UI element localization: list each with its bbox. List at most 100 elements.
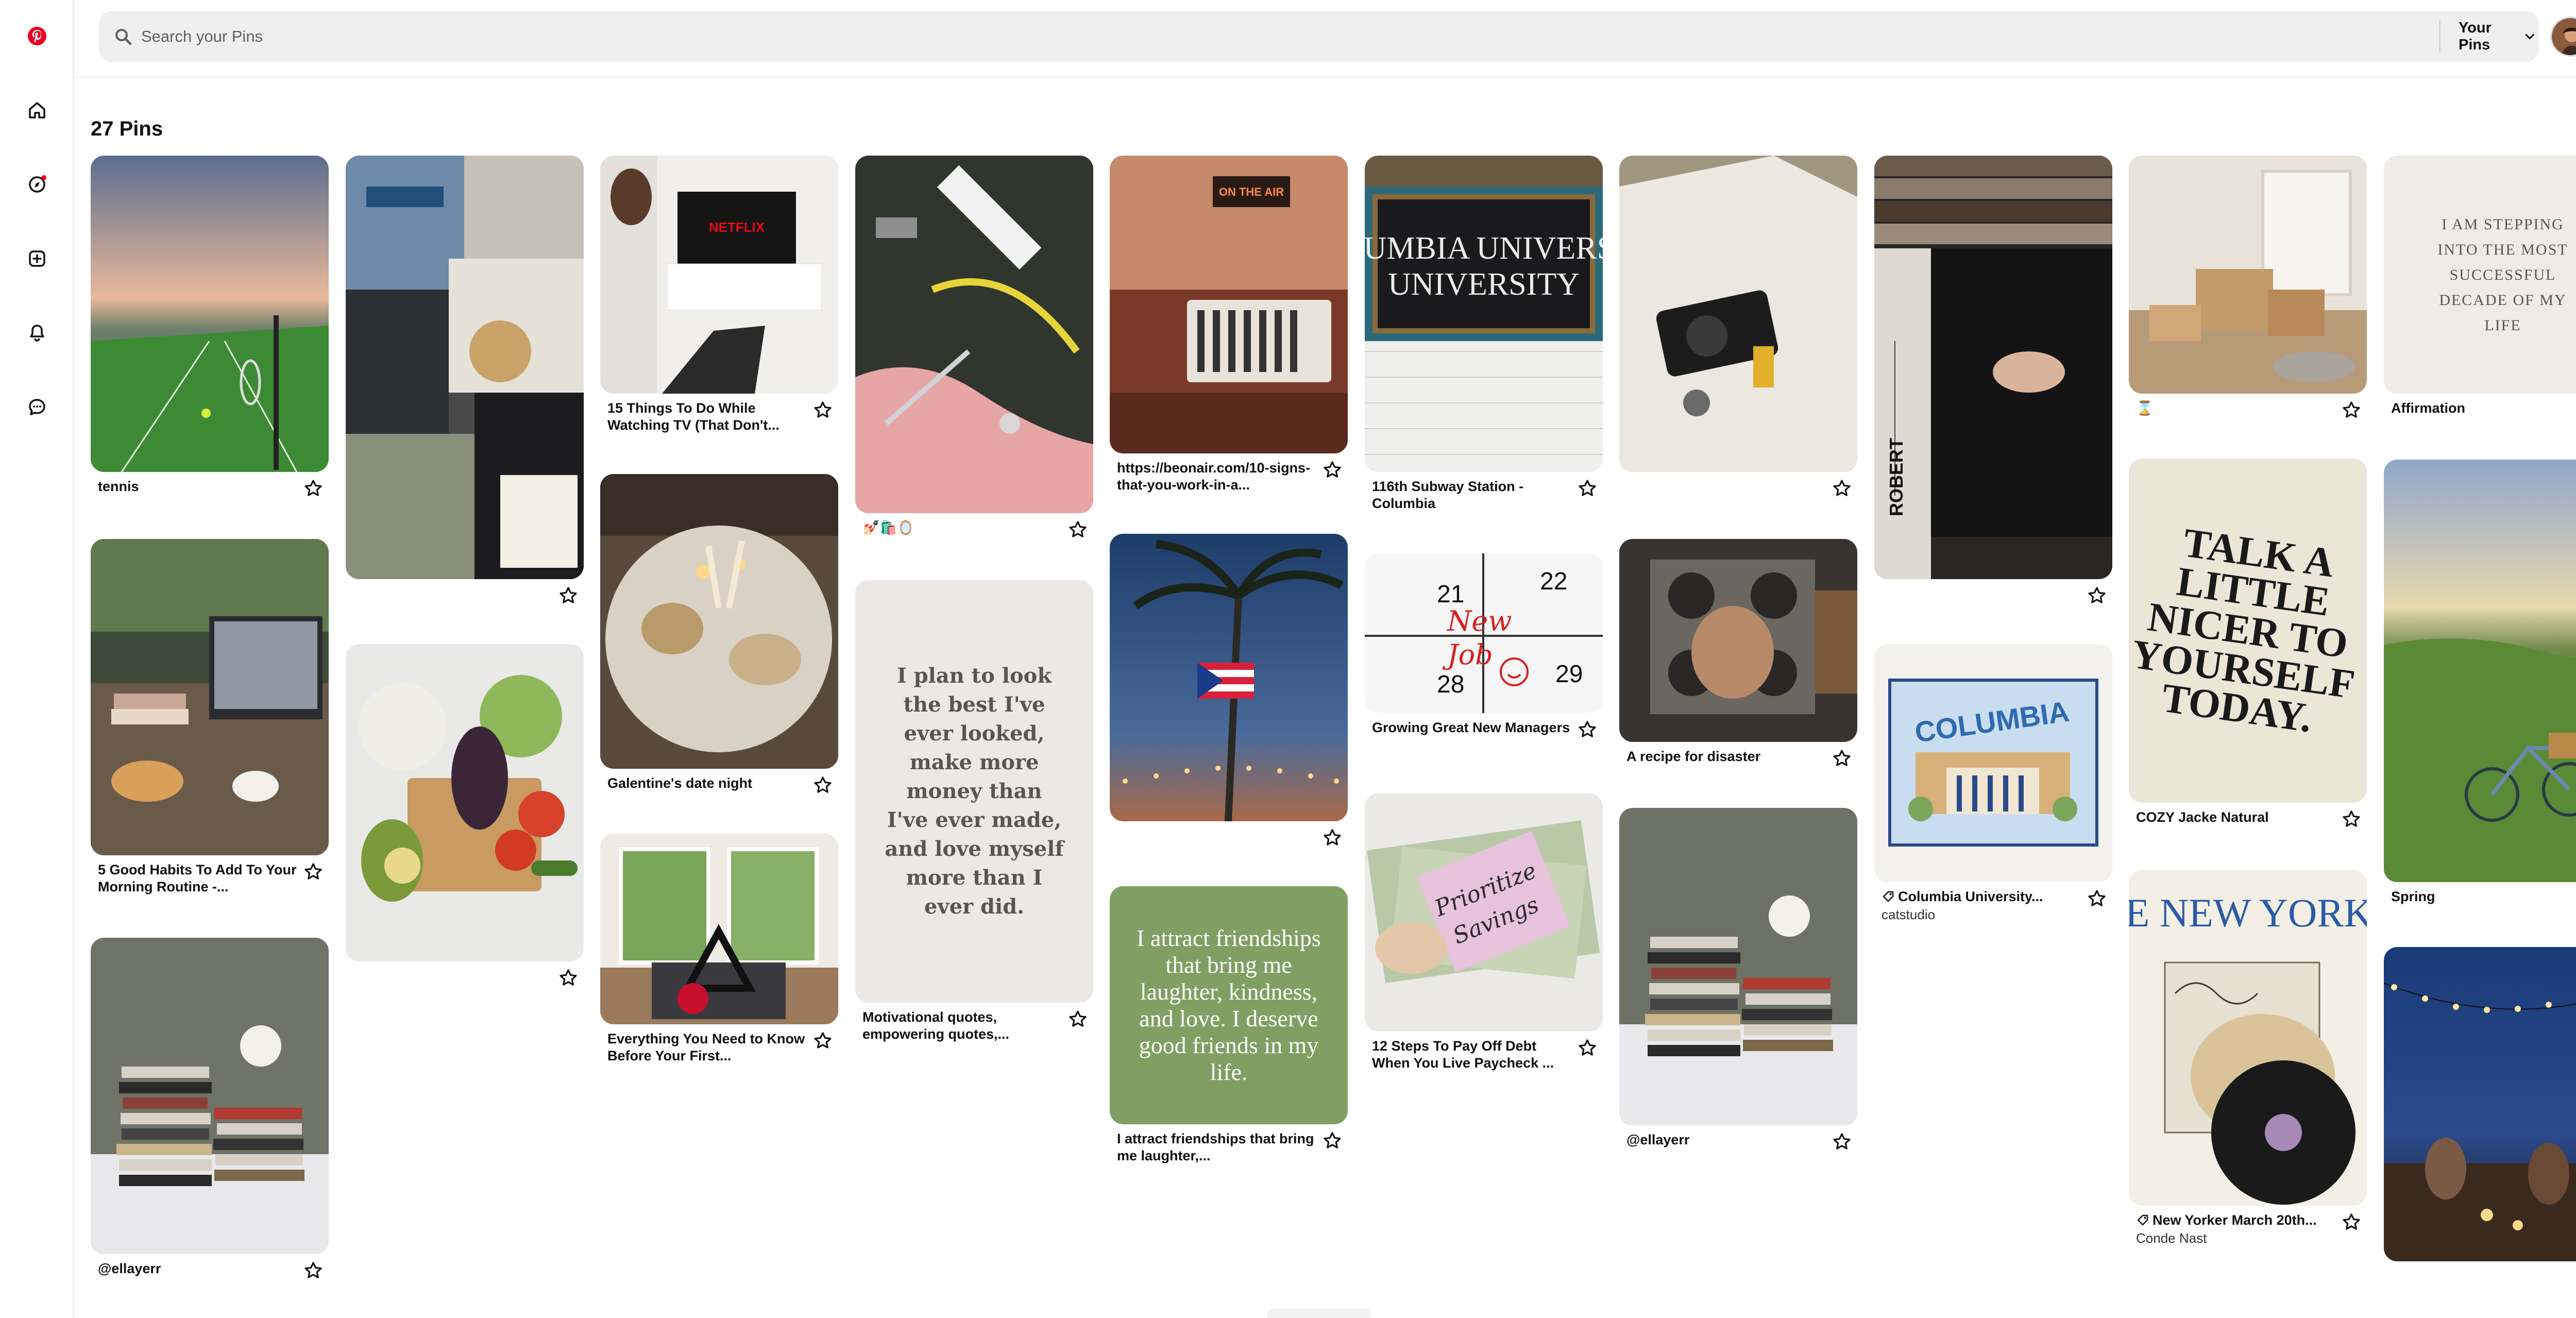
pinterest-logo-icon[interactable] [23, 22, 52, 50]
create-icon[interactable] [23, 244, 52, 273]
favorite-star-button[interactable] [2084, 583, 2109, 608]
pin-image-new-job-calendar[interactable]: 21 22 28 29 New Job [1365, 553, 1603, 713]
pin-image-motivational-quote[interactable]: I plan to look the best I've ever looked… [855, 580, 1093, 1003]
your-pins-dropdown-button[interactable]: Your Pins [2459, 20, 2536, 53]
favorite-star-button[interactable] [1320, 458, 1345, 482]
tag-icon [2137, 1214, 2148, 1226]
pin-image-new-yorker-cover[interactable]: THE NEW YORKER [2129, 870, 2367, 1206]
pin-image-radio-studio[interactable]: ON THE AIR [1110, 156, 1348, 453]
svg-text:UNIVERSITY: UNIVERSITY [1388, 267, 1580, 302]
search-input[interactable] [141, 22, 2357, 52]
favorite-star-button[interactable] [2084, 886, 2109, 911]
favorite-star-button[interactable] [810, 773, 835, 798]
pin-source: catstudio [1882, 907, 1936, 922]
pin-title: Everything You Need to Know Before Your … [607, 1031, 805, 1063]
favorite-star-button[interactable] [1575, 717, 1600, 742]
pin-card[interactable]: 💅🏻🛍️🪞 [855, 156, 1093, 537]
star-icon [1833, 1133, 1851, 1150]
star-icon [1579, 480, 1596, 496]
pin-card[interactable]: COLUMBIA UNIVERSITYUNIVERSITY 116th Subw… [1365, 156, 1603, 512]
pin-image-vinyl-records[interactable]: ROBERT [1874, 156, 2112, 579]
notifications-icon[interactable] [23, 318, 52, 347]
pin-image-columbia-collage[interactable] [346, 156, 584, 579]
favorite-star-button[interactable] [810, 1028, 835, 1053]
pin-card[interactable]: tennis [91, 156, 329, 496]
tag-icon [1883, 891, 1894, 902]
pin-image-sewing-desk[interactable] [855, 156, 1093, 513]
pin-card[interactable] [1110, 534, 1348, 852]
pin-card[interactable]: Spring [2384, 460, 2576, 905]
favorite-star-button[interactable] [1829, 476, 1854, 501]
favorite-star-button[interactable] [2339, 1210, 2364, 1235]
favorite-star-button[interactable] [301, 476, 326, 501]
pin-image-prioritize-savings[interactable]: Prioritize Savings [1365, 793, 1603, 1032]
favorite-star-button[interactable] [1829, 746, 1854, 771]
pin-card[interactable]: 5 Good Habits To Add To Your Morning Rou… [91, 539, 329, 895]
pin-image-stove-cooking[interactable] [1619, 539, 1857, 742]
pin-card[interactable]: THE NEW YORKER New Yorker March 20th... … [2129, 870, 2367, 1246]
pin-image-string-lights-dinner[interactable] [2384, 947, 2576, 1261]
explore-icon[interactable] [23, 170, 52, 199]
pin-title: I attract friendships that bring me laug… [1117, 1131, 1314, 1163]
pin-card[interactable] [1619, 156, 1857, 503]
pin-card[interactable]: I AM STEPPING INTO THE MOST SUCCESSFUL D… [2384, 156, 2576, 417]
favorite-star-button[interactable] [1065, 1007, 1090, 1032]
favorite-star-button[interactable] [1320, 825, 1345, 850]
pin-image-friendship-affirmation[interactable]: I attract friendships that bring me laug… [1110, 886, 1348, 1124]
avatar[interactable] [2550, 16, 2576, 57]
pin-card[interactable]: @ellayerr [91, 938, 329, 1278]
pin-card[interactable]: ON THE AIR https://beonair.com/10-signs-… [1110, 156, 1348, 494]
favorite-star-button[interactable] [1575, 476, 1600, 501]
pin-card[interactable]: ROBERT [1874, 156, 2112, 610]
pin-card[interactable] [346, 644, 584, 992]
pin-image-book-stacks[interactable] [1619, 808, 1857, 1125]
pin-title: ⌛ [2136, 400, 2154, 416]
pin-card[interactable]: A recipe for disaster [1619, 539, 1857, 766]
pin-image-camera-bag[interactable] [1619, 156, 1857, 472]
pin-title: @ellayerr [1626, 1132, 1690, 1147]
favorite-star-button[interactable] [1829, 1129, 1854, 1154]
favorite-star-button[interactable] [2339, 807, 2364, 832]
pin-image-talk-nicer-quote[interactable]: TALK A LITTLE NICER TO YOURSELF TODAY. [2129, 459, 2367, 803]
favorite-star-button[interactable] [556, 583, 581, 608]
pin-image-spring-meadow-bicycle[interactable] [2384, 460, 2576, 882]
pin-image-affirmation-quote[interactable]: I AM STEPPING INTO THE MOST SUCCESSFUL D… [2384, 156, 2576, 394]
pin-image-palm-flag-night[interactable] [1110, 534, 1348, 821]
pin-image-vegetables[interactable] [346, 644, 584, 961]
search-icon [115, 29, 132, 45]
pin-card[interactable]: I plan to look the best I've ever looked… [855, 580, 1093, 1043]
pin-image-subway-sign[interactable]: COLUMBIA UNIVERSITYUNIVERSITY [1365, 156, 1603, 472]
pin-card[interactable] [346, 156, 584, 610]
pin-card[interactable]: COLUMBIA Columbia University... catstudi… [1874, 644, 2112, 923]
favorite-star-button[interactable] [810, 398, 835, 423]
favorite-star-button[interactable] [1320, 1128, 1345, 1153]
pin-image-candlelit-dinner[interactable] [600, 474, 838, 769]
pin-card[interactable]: I attract friendships that bring me laug… [1110, 886, 1348, 1164]
pin-image-moving-boxes-room[interactable] [2129, 156, 2367, 394]
pin-card[interactable]: Galentine's date night [600, 474, 838, 793]
pin-image-laptop-breakfast[interactable] [91, 539, 329, 855]
pin-card[interactable]: 21 22 28 29 New Job Growing Great New Manager… [1365, 553, 1603, 737]
favorite-star-button[interactable] [301, 1258, 326, 1283]
favorite-star-button[interactable] [1065, 517, 1090, 542]
pin-image-book-stacks[interactable] [91, 938, 329, 1254]
search-bar[interactable]: Your Pins [99, 11, 2539, 62]
pin-card[interactable]: ⌛ [2129, 156, 2367, 418]
pin-card[interactable] [2384, 947, 2576, 1292]
pin-image-peloton-room[interactable] [600, 834, 838, 1024]
pin-card[interactable]: @ellayerr [1619, 808, 1857, 1150]
pin-image-netflix-tv[interactable]: NETFLIX [600, 156, 838, 394]
home-icon[interactable] [23, 96, 52, 125]
favorite-star-button[interactable] [301, 859, 326, 884]
pin-card[interactable]: TALK A LITTLE NICER TO YOURSELF TODAY. C… [2129, 459, 2367, 827]
pin-image-tennis-court[interactable] [91, 156, 329, 472]
messages-icon[interactable] [23, 393, 52, 421]
pin-image-columbia-illustration[interactable]: COLUMBIA [1874, 644, 2112, 882]
favorite-star-button[interactable] [2339, 398, 2364, 423]
pin-card[interactable]: Everything You Need to Know Before Your … [600, 834, 838, 1064]
pin-card[interactable]: Prioritize Savings 12 Steps To Pay Off De… [1365, 793, 1603, 1072]
favorite-star-button[interactable] [556, 966, 581, 990]
favorite-star-button[interactable] [1575, 1036, 1600, 1060]
svg-text:21: 21 [1437, 581, 1464, 608]
pin-card[interactable]: NETFLIX 15 Things To Do While Watching T… [600, 156, 838, 434]
